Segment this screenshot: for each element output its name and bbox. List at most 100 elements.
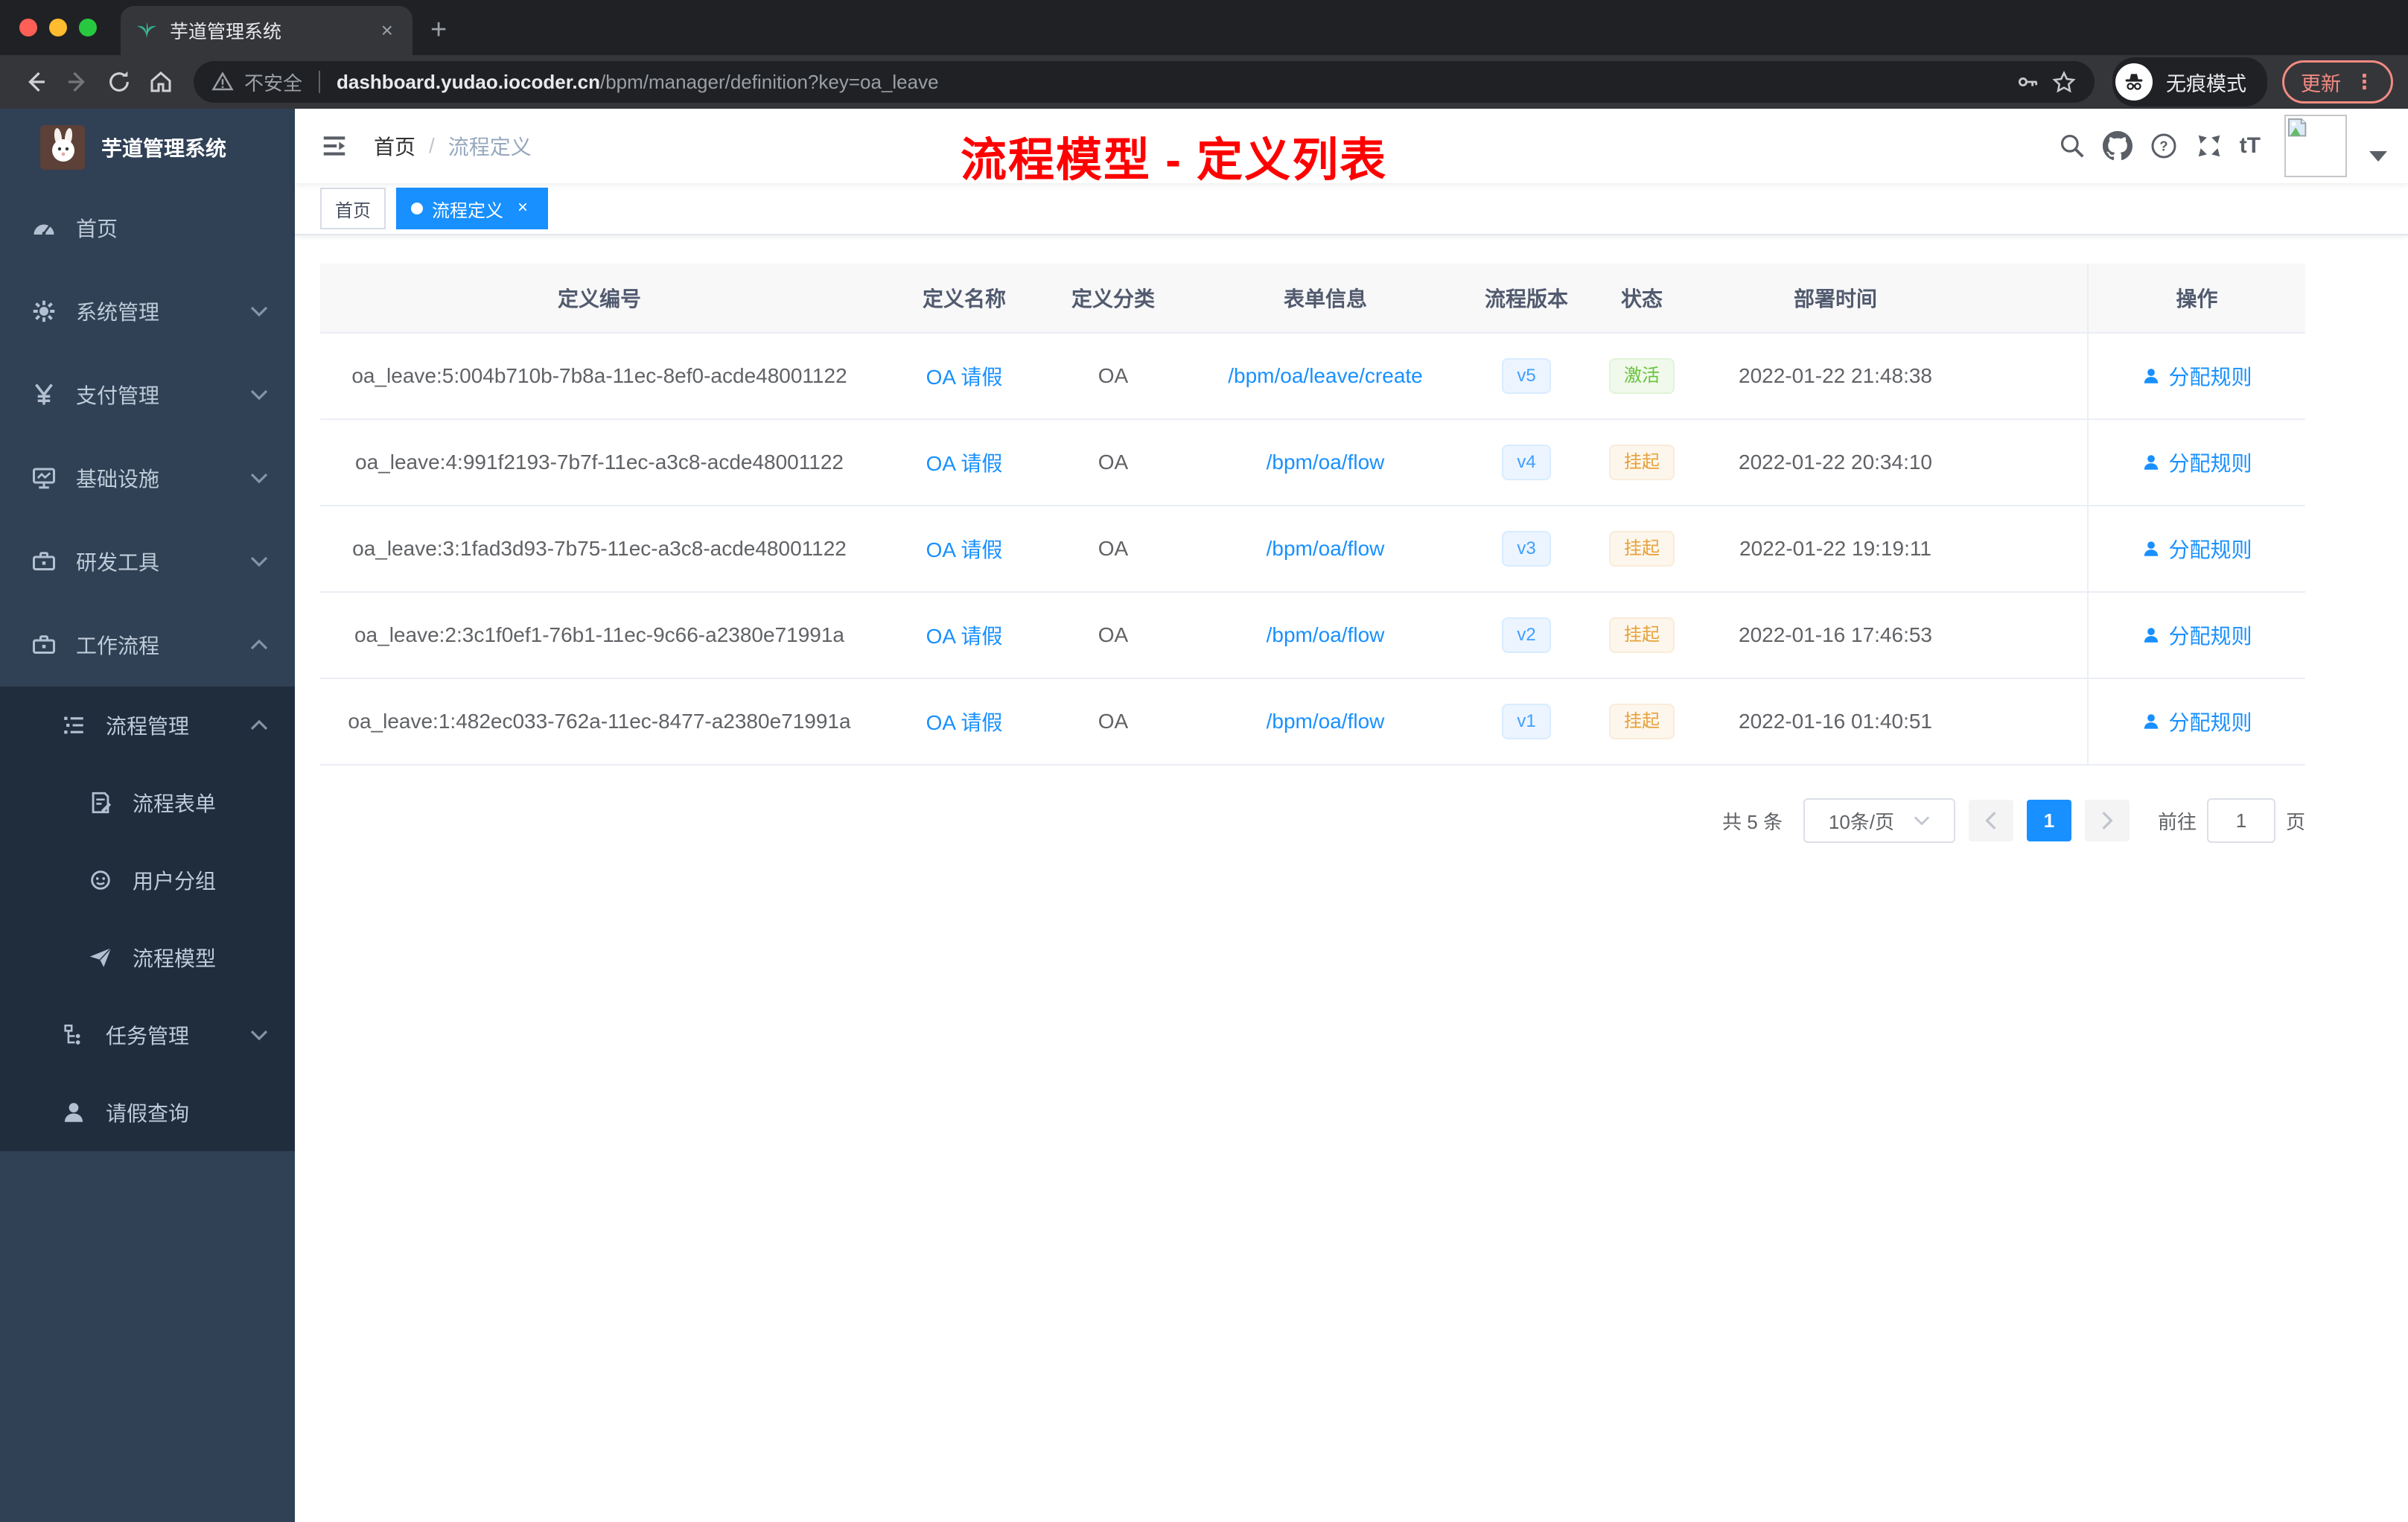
security-label[interactable]: 不安全	[244, 69, 302, 96]
form-link[interactable]: /bpm/oa/leave/create	[1228, 364, 1423, 387]
assign-rule-link[interactable]: 分配规则	[2141, 534, 2252, 564]
search-icon[interactable]	[2058, 132, 2086, 160]
fullscreen-icon[interactable]	[2195, 132, 2223, 160]
reload-icon[interactable]	[98, 61, 140, 103]
close-window-button[interactable]	[19, 19, 37, 36]
definition-category: OA	[1050, 333, 1176, 420]
omnibox-divider	[319, 71, 321, 93]
page-jump-input[interactable]	[2206, 798, 2275, 843]
maximize-window-button[interactable]	[79, 19, 97, 36]
sidebar-item-user-group[interactable]: 用户分组	[0, 841, 295, 919]
new-tab-button[interactable]: +	[413, 14, 465, 55]
tag-close-icon[interactable]: ×	[512, 198, 533, 219]
sidebar-item-home[interactable]: 首页	[0, 186, 295, 270]
sidebar-item-label: 系统管理	[76, 301, 160, 324]
chevron-right-icon	[2102, 812, 2113, 830]
definition-id: oa_leave:5:004b710b-7b8a-11ec-8ef0-acde4…	[320, 333, 879, 420]
bookmark-star-icon[interactable]	[2051, 69, 2077, 95]
chevron-left-icon	[1985, 812, 1996, 830]
table-row: oa_leave:1:482ec033-762a-11ec-8477-a2380…	[320, 678, 2305, 765]
browser-update-button[interactable]: 更新 ⋮	[2282, 60, 2393, 104]
sidebar-item-workflow[interactable]: 工作流程	[0, 603, 295, 687]
sidebar-item-label: 用户分组	[133, 870, 217, 893]
password-key-icon[interactable]	[2016, 69, 2041, 95]
minimize-window-button[interactable]	[49, 19, 67, 36]
tag-home[interactable]: 首页	[320, 188, 386, 229]
assign-rule-link[interactable]: 分配规则	[2141, 707, 2252, 736]
definition-category: OA	[1050, 506, 1176, 593]
version-badge: v1	[1502, 704, 1551, 739]
col-header-status: 状态	[1579, 264, 1705, 334]
form-link[interactable]: /bpm/oa/flow	[1267, 710, 1385, 733]
col-header-definition-category: 定义分类	[1050, 264, 1176, 334]
prev-page-button[interactable]	[1968, 800, 2013, 841]
pagination-total: 共 5 条	[1722, 810, 1783, 833]
status-badge: 挂起	[1609, 531, 1675, 567]
browser-tab[interactable]: 芋道管理系统 ×	[121, 6, 413, 55]
sidebar-item-devtools[interactable]: 研发工具	[0, 520, 295, 603]
workflow-submenu: 流程管理 流程表单 用户分组 流程模型 任务管理 请假查询	[0, 687, 295, 1151]
form-link[interactable]: /bpm/oa/flow	[1267, 537, 1385, 560]
app-title: 芋道管理系统	[101, 137, 227, 160]
tag-label: 首页	[335, 200, 371, 221]
assign-rule-link[interactable]: 分配规则	[2141, 448, 2252, 477]
sidebar-item-leave-query[interactable]: 请假查询	[0, 1074, 295, 1151]
sidebar-item-task-management[interactable]: 任务管理	[0, 996, 295, 1074]
definition-name-link[interactable]: OA 请假	[926, 366, 1003, 389]
tab-title: 芋道管理系统	[170, 22, 282, 42]
paper-plane-icon	[86, 945, 115, 970]
version-badge: v3	[1502, 531, 1551, 567]
assign-rule-link[interactable]: 分配规则	[2141, 361, 2252, 391]
form-link[interactable]: /bpm/oa/flow	[1267, 450, 1385, 474]
deploy-time: 2022-01-22 20:34:10	[1705, 419, 1966, 506]
user-icon	[2144, 714, 2159, 729]
sidebar-item-process-management[interactable]: 流程管理	[0, 687, 295, 764]
definition-name-link[interactable]: OA 请假	[926, 711, 1003, 734]
sidebar-item-label: 任务管理	[106, 1025, 190, 1048]
definition-category: OA	[1050, 419, 1176, 506]
col-header-actions: 操作	[2087, 264, 2305, 334]
definition-name-link[interactable]: OA 请假	[926, 625, 1003, 648]
list-tree-icon	[60, 713, 88, 738]
jumper-suffix: 页	[2285, 810, 2305, 833]
assign-rule-label: 分配规则	[2168, 366, 2252, 389]
user-menu-caret-icon[interactable]	[2369, 151, 2387, 162]
tags-view-bar: 首页 流程定义 ×	[295, 183, 2408, 235]
avatar[interactable]	[2284, 115, 2347, 177]
sidebar-item-infrastructure[interactable]: 基础设施	[0, 436, 295, 520]
back-icon[interactable]	[15, 61, 57, 103]
assign-rule-link[interactable]: 分配规则	[2141, 620, 2252, 650]
sidebar-item-process-model[interactable]: 流程模型	[0, 919, 295, 996]
form-link[interactable]: /bpm/oa/flow	[1267, 623, 1385, 646]
font-size-icon[interactable]: tT	[2240, 133, 2261, 159]
github-icon[interactable]	[2102, 131, 2133, 161]
sidebar-item-system[interactable]: 系统管理	[0, 270, 295, 353]
version-badge: v2	[1502, 617, 1551, 653]
user-icon	[2144, 455, 2159, 470]
breadcrumb-home[interactable]: 首页	[374, 131, 415, 161]
browser-menu-dots-icon[interactable]: ⋮	[2354, 71, 2374, 94]
chevron-down-icon	[250, 1030, 268, 1040]
page-number-button[interactable]: 1	[2026, 800, 2071, 841]
sidebar-item-label: 请假查询	[106, 1102, 190, 1125]
home-icon[interactable]	[140, 61, 182, 103]
user-icon	[2144, 628, 2159, 643]
sidebar-item-payment[interactable]: 支付管理	[0, 353, 295, 436]
next-page-button[interactable]	[2084, 800, 2130, 841]
assign-rule-label: 分配规则	[2168, 538, 2252, 561]
forward-icon[interactable]	[57, 61, 98, 103]
definition-name-link[interactable]: OA 请假	[926, 452, 1003, 475]
tab-close-icon[interactable]: ×	[377, 19, 398, 42]
page-size-select[interactable]: 10条/页	[1803, 798, 1955, 843]
security-warning-icon[interactable]	[211, 71, 234, 93]
svg-text:?: ?	[2159, 138, 2167, 154]
tag-process-definition[interactable]: 流程定义 ×	[396, 188, 548, 229]
sidebar-item-process-form[interactable]: 流程表单	[0, 764, 295, 841]
page-url[interactable]: dashboard.yudao.iocoder.cn/bpm/manager/d…	[337, 71, 939, 94]
chevron-up-icon	[250, 720, 268, 730]
sidebar-collapse-icon[interactable]	[295, 109, 374, 183]
definition-name-link[interactable]: OA 请假	[926, 538, 1003, 561]
help-icon[interactable]: ?	[2149, 131, 2179, 161]
address-bar[interactable]: 不安全 dashboard.yudao.iocoder.cn/bpm/manag…	[194, 61, 2095, 103]
red-annotation-text: 流程模型 - 定义列表	[961, 135, 1388, 186]
